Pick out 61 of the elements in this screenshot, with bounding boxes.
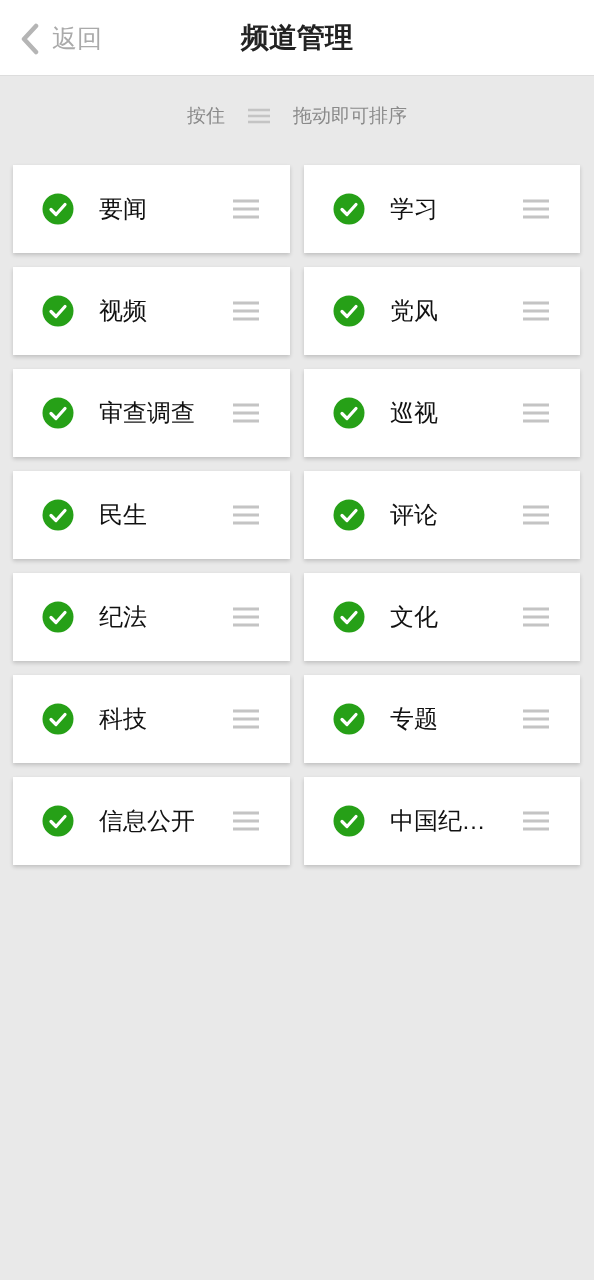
chevron-left-icon <box>20 22 40 55</box>
channel-card[interactable]: 文化 <box>303 573 580 661</box>
check-icon[interactable] <box>332 499 365 531</box>
check-icon[interactable] <box>42 499 74 531</box>
check-icon[interactable] <box>332 703 365 735</box>
check-icon[interactable] <box>42 601 74 633</box>
channel-name: 巡视 <box>389 398 438 428</box>
channel-card[interactable]: 信息公开 <box>13 777 290 865</box>
drag-handle-icon[interactable] <box>231 301 260 321</box>
check-icon[interactable] <box>42 805 74 837</box>
check-icon[interactable] <box>332 397 365 429</box>
channel-card[interactable]: 要闻 <box>13 165 290 253</box>
channel-name: 纪法 <box>99 602 147 632</box>
channel-name: 要闻 <box>99 194 147 224</box>
channel-name: 中国纪… <box>389 806 486 836</box>
drag-handle-icon[interactable] <box>231 709 260 729</box>
channel-name: 科技 <box>99 704 147 734</box>
channel-card[interactable]: 巡视 <box>303 369 580 457</box>
channel-name: 专题 <box>389 704 438 734</box>
drag-handle-icon[interactable] <box>231 199 260 219</box>
channel-card[interactable]: 科技 <box>13 675 290 763</box>
drag-handle-icon[interactable] <box>231 607 260 627</box>
channel-card[interactable]: 视频 <box>13 267 290 355</box>
drag-handle-icon[interactable] <box>522 199 550 219</box>
check-icon[interactable] <box>42 703 74 735</box>
hint-text: 按住 <box>187 103 225 128</box>
channel-card[interactable]: 党风 <box>303 267 580 355</box>
channel-card[interactable]: 中国纪… <box>303 777 580 865</box>
check-icon[interactable] <box>42 193 74 225</box>
drag-handle-icon[interactable] <box>231 505 260 525</box>
channel-card[interactable]: 纪法 <box>13 573 290 661</box>
channel-name: 民生 <box>99 500 147 530</box>
check-icon[interactable] <box>42 295 74 327</box>
drag-handle-icon[interactable] <box>522 607 550 627</box>
page-title: 频道管理 <box>241 19 353 56</box>
drag-handle-icon[interactable] <box>522 709 550 729</box>
channel-name: 党风 <box>389 296 438 326</box>
drag-handle-icon[interactable] <box>522 811 550 831</box>
channel-name: 审查调查 <box>99 398 195 428</box>
channel-card[interactable]: 学习 <box>303 165 580 253</box>
check-icon[interactable] <box>332 193 365 225</box>
channel-card[interactable]: 评论 <box>303 471 580 559</box>
channel-card[interactable]: 专题 <box>303 675 580 763</box>
channel-name: 文化 <box>389 602 438 632</box>
drag-handle-icon[interactable] <box>522 301 550 321</box>
channel-card[interactable]: 审查调查 <box>13 369 290 457</box>
channel-name: 信息公开 <box>99 806 195 836</box>
check-icon[interactable] <box>42 397 74 429</box>
drag-handle-icon[interactable] <box>231 403 260 423</box>
drag-handle-icon[interactable] <box>522 403 550 423</box>
check-icon[interactable] <box>332 295 365 327</box>
drag-handle-icon <box>247 108 271 124</box>
channel-card[interactable]: 民生 <box>13 471 290 559</box>
check-icon[interactable] <box>332 805 365 837</box>
channel-name: 评论 <box>389 500 438 530</box>
channel-name: 视频 <box>99 296 147 326</box>
hint-text: 拖动即可排序 <box>293 103 407 128</box>
drag-handle-icon[interactable] <box>522 505 550 525</box>
drag-handle-icon[interactable] <box>231 811 260 831</box>
check-icon[interactable] <box>332 601 365 633</box>
channel-name: 学习 <box>389 194 438 224</box>
